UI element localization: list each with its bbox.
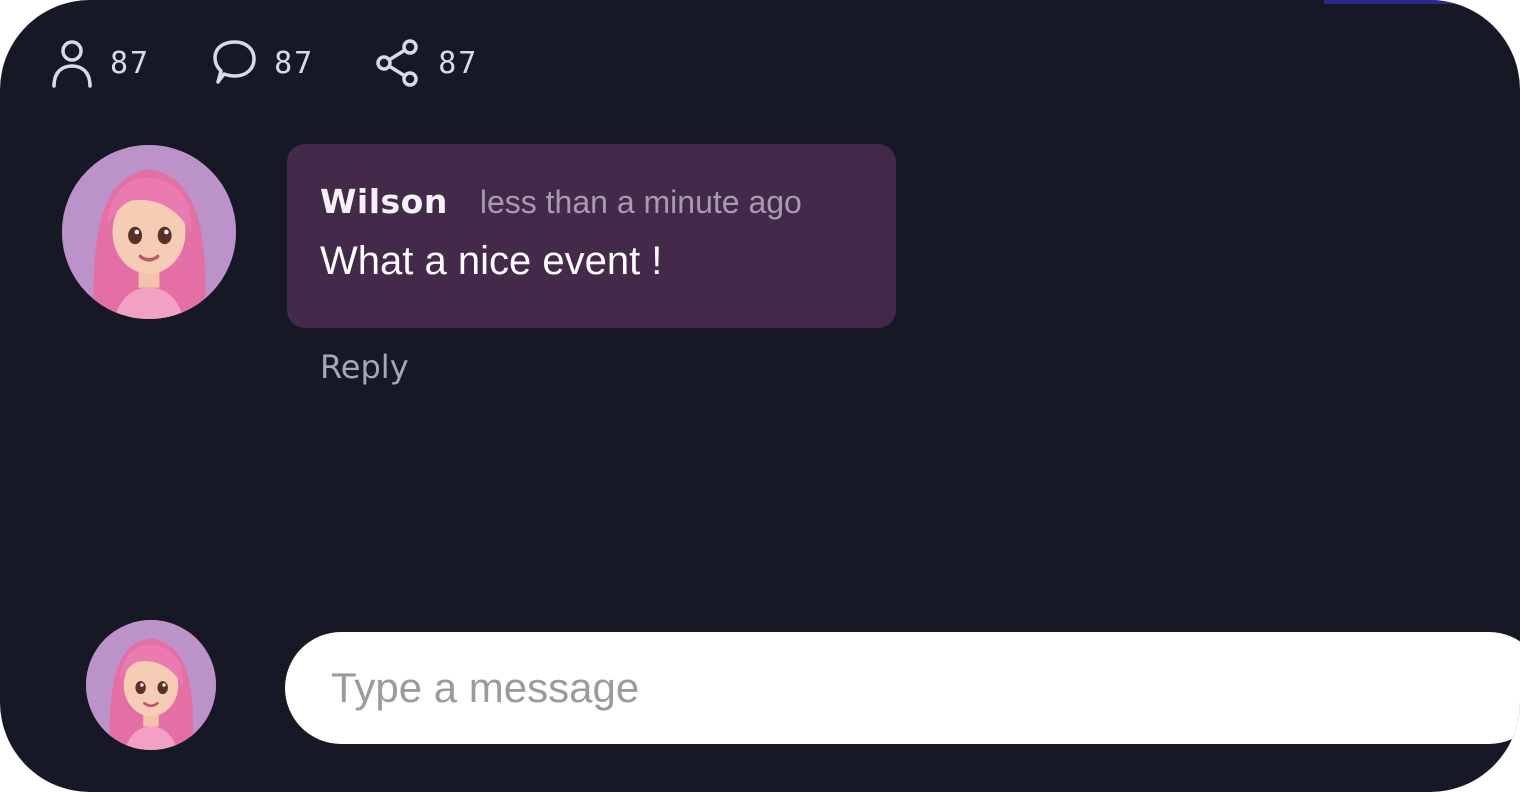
share-icon: [374, 38, 422, 88]
comment-header: Wilson less than a minute ago: [320, 182, 896, 221]
comment-timestamp: less than a minute ago: [479, 184, 802, 220]
comments-panel: 87 87 87 Wilson less than a minute ago W…: [0, 0, 1520, 792]
reply-button[interactable]: Reply: [320, 348, 409, 386]
message-input[interactable]: [285, 632, 1520, 744]
stats-bar: 87 87 87: [50, 38, 538, 88]
shares-stat[interactable]: 87: [374, 38, 478, 88]
shares-count: 87: [438, 45, 479, 81]
comment-text: What a nice event !: [320, 239, 663, 283]
participants-count: 87: [110, 45, 151, 81]
comment-author[interactable]: Wilson: [320, 182, 448, 221]
comment-bubble: Wilson less than a minute ago What a nic…: [287, 144, 896, 328]
user-icon: [50, 38, 94, 88]
avatar[interactable]: [62, 145, 236, 319]
top-accent-bar: [1324, 0, 1454, 4]
comment-icon: [210, 38, 258, 88]
participants-stat[interactable]: 87: [50, 38, 150, 88]
comments-count: 87: [274, 45, 315, 81]
comments-stat[interactable]: 87: [210, 38, 314, 88]
current-user-avatar[interactable]: [86, 620, 216, 750]
